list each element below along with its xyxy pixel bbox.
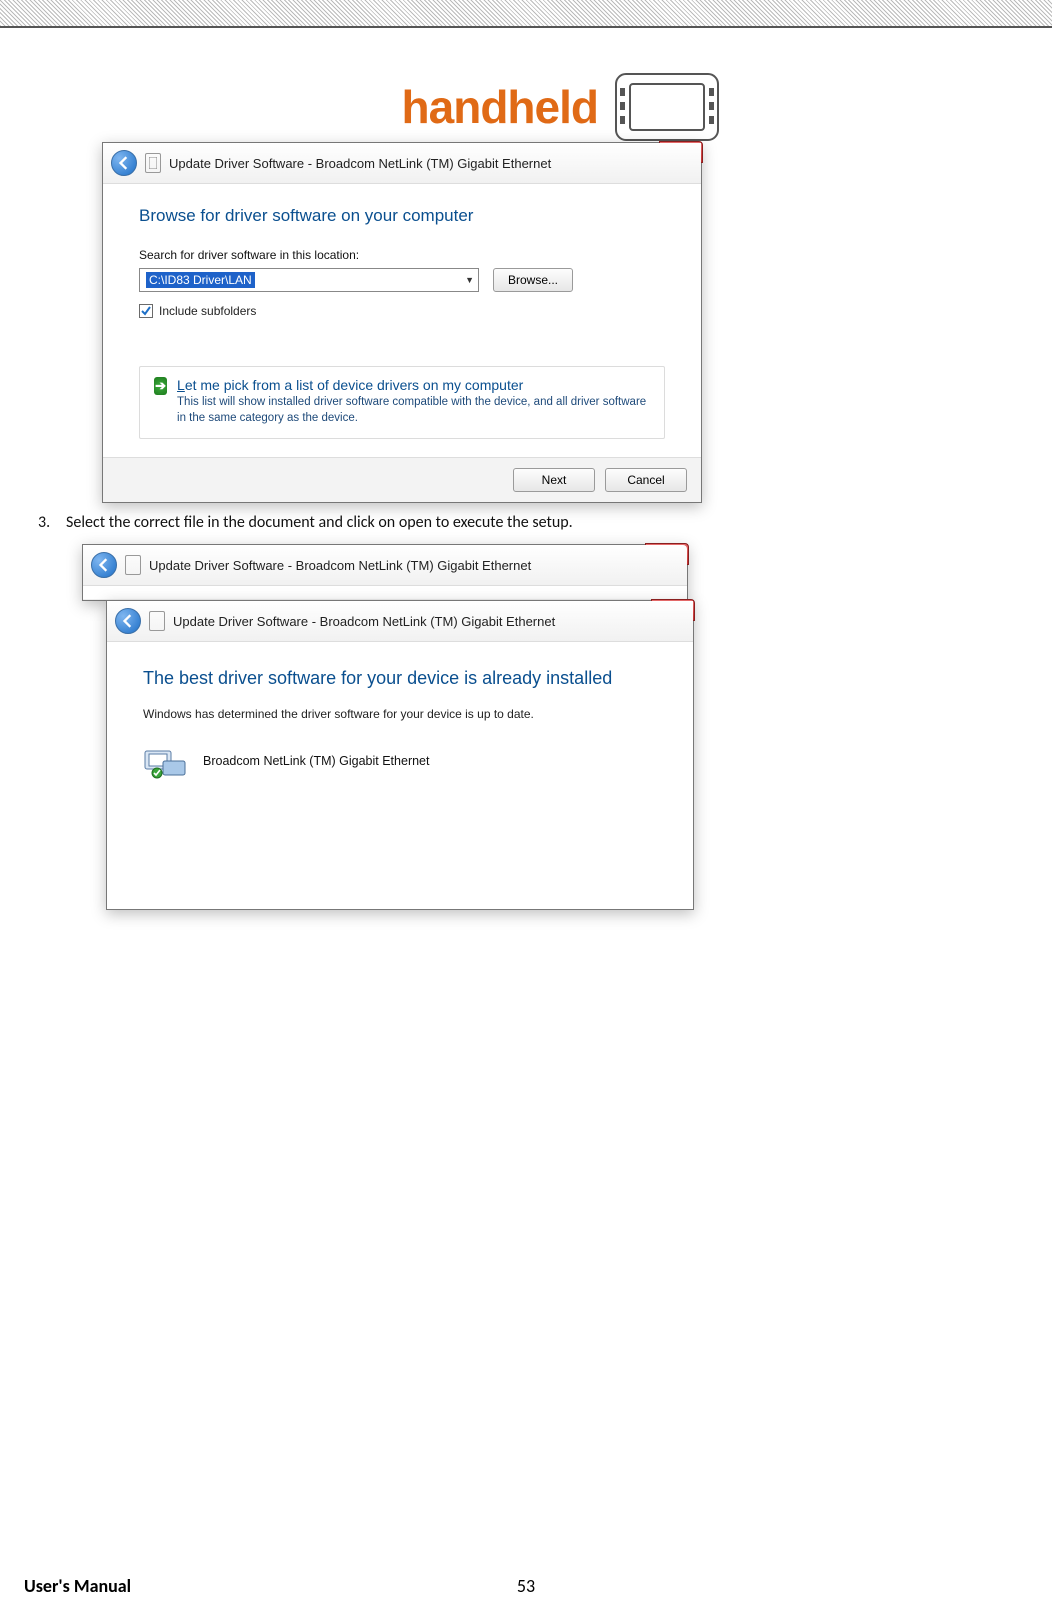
option-description: This list will show installed driver sof… — [177, 395, 650, 426]
page-number: 53 — [517, 1575, 535, 1597]
path-value: C:\ID83 Driver\LAN — [146, 272, 255, 288]
top-pattern — [0, 0, 1052, 28]
window-footer: Next Cancel — [103, 457, 701, 502]
device-icon — [125, 555, 141, 575]
next-button[interactable]: Next — [513, 468, 595, 492]
cancel-button[interactable]: Cancel — [605, 468, 687, 492]
foreground-window: Update Driver Software - Broadcom NetLin… — [106, 600, 694, 910]
page-footer: User's Manual 53 — [0, 1575, 1052, 1597]
back-button[interactable] — [91, 552, 117, 578]
background-window: Update Driver Software - Broadcom NetLin… — [82, 544, 688, 601]
window-titlebar: Update Driver Software - Broadcom NetLin… — [103, 143, 701, 184]
driver-name: Broadcom NetLink (TM) Gigabit Ethernet — [203, 754, 429, 768]
path-combobox[interactable]: C:\ID83 Driver\LAN ▼ — [139, 268, 479, 292]
driver-device-icon — [143, 743, 187, 779]
chevron-down-icon: ▼ — [465, 275, 474, 285]
pick-from-list-option[interactable]: ➔ Let me pick from a list of device driv… — [139, 366, 665, 439]
back-button[interactable] — [111, 150, 137, 176]
window-body: Browse for driver software on your compu… — [103, 184, 701, 457]
dialog-heading: The best driver software for your device… — [143, 668, 657, 689]
path-row: C:\ID83 Driver\LAN ▼ Browse... — [139, 268, 665, 292]
dialog-heading: Browse for driver software on your compu… — [139, 206, 665, 226]
option-title: Let me pick from a list of device driver… — [177, 377, 650, 393]
device-icon — [149, 611, 165, 631]
device-icon — [145, 153, 161, 173]
option-text-wrap: Let me pick from a list of device driver… — [177, 377, 650, 426]
step-number: 3. — [38, 513, 56, 532]
step-text: Select the correct file in the document … — [66, 513, 573, 532]
dialog-body-text: Windows has determined the driver softwa… — [143, 707, 657, 721]
back-button[interactable] — [115, 608, 141, 634]
window-title: Update Driver Software - Broadcom NetLin… — [173, 614, 555, 629]
back-arrow-icon — [117, 156, 131, 170]
window-body: The best driver software for your device… — [107, 642, 693, 909]
window-titlebar: Update Driver Software - Broadcom NetLin… — [107, 601, 693, 642]
window-frame: Update Driver Software - Broadcom NetLin… — [102, 142, 702, 503]
window-titlebar: Update Driver Software - Broadcom NetLin… — [83, 545, 687, 586]
page-content: handheld — [0, 28, 1052, 974]
back-arrow-icon — [97, 558, 111, 572]
brand-logo-text: handheld — [402, 80, 598, 134]
include-subfolders-row: Include subfolders — [139, 304, 665, 318]
device-outline-icon — [612, 68, 722, 146]
footer-title: User's Manual — [24, 1575, 131, 1597]
divider — [83, 586, 687, 600]
arrow-right-icon: ➔ — [154, 377, 167, 395]
step-3-instruction: 3. Select the correct file in the docume… — [38, 513, 1032, 532]
include-subfolders-label: Include subfolders — [159, 304, 256, 318]
back-arrow-icon — [121, 614, 135, 628]
screenshot-browse-driver: Update Driver Software - Broadcom NetLin… — [102, 142, 702, 503]
search-location-label: Search for driver software in this locat… — [139, 248, 665, 262]
window-title: Update Driver Software - Broadcom NetLin… — [169, 156, 551, 171]
driver-row: Broadcom NetLink (TM) Gigabit Ethernet — [143, 743, 657, 779]
check-icon — [141, 306, 151, 316]
brand-row: handheld — [20, 68, 1032, 146]
browse-button[interactable]: Browse... — [493, 268, 573, 292]
window-title: Update Driver Software - Broadcom NetLin… — [149, 558, 531, 573]
include-subfolders-checkbox[interactable] — [139, 304, 153, 318]
screenshot-already-installed: Update Driver Software - Broadcom NetLin… — [82, 544, 694, 974]
